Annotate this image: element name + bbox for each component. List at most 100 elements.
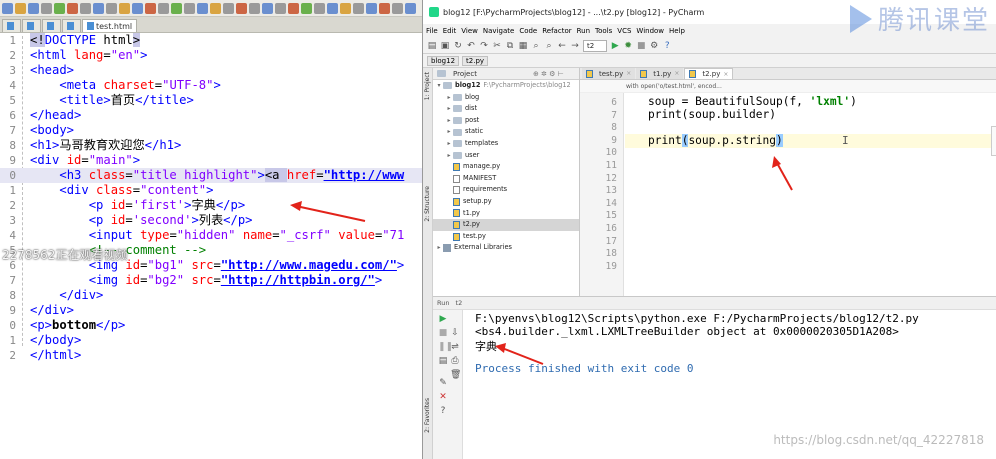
chevron-right-icon[interactable]: ▸: [445, 103, 453, 115]
favorites-tool-tab[interactable]: 2: Favorites: [424, 398, 431, 433]
html-code-line[interactable]: 8 </div>: [0, 288, 422, 303]
toolbar-button-icon[interactable]: [67, 2, 78, 14]
project-tree-item[interactable]: requirements: [433, 184, 579, 196]
toolbar-button-icon[interactable]: [2, 2, 13, 14]
close-tab-icon[interactable]: ×: [723, 71, 728, 78]
html-code-line[interactable]: 7 <img id="bg2" src="http://httpbin.org/…: [0, 273, 422, 288]
toolbar-button-icon[interactable]: [145, 2, 156, 14]
menu-item[interactable]: View: [461, 27, 478, 35]
project-tree-item[interactable]: t1.py: [433, 208, 579, 220]
rerun-icon[interactable]: ▶: [438, 314, 448, 324]
chevron-right-icon[interactable]: ▸: [435, 242, 443, 254]
html-code-line[interactable]: 2 <p id='first'>字典</p>: [0, 198, 422, 213]
html-code-line[interactable]: 1 <div class="content">: [0, 183, 422, 198]
toolbar-button-icon[interactable]: [80, 2, 91, 14]
menu-item[interactable]: File: [426, 27, 438, 35]
editor-file-tab[interactable]: [42, 19, 61, 32]
toolbar-button-icon[interactable]: [366, 2, 377, 14]
project-view-select[interactable]: Project: [453, 70, 477, 78]
project-tree-item[interactable]: setup.py: [433, 196, 579, 208]
close-tab-icon[interactable]: ×: [626, 70, 631, 77]
debug-icon[interactable]: ✹: [623, 41, 633, 51]
project-tree-item[interactable]: ▸ static: [433, 126, 579, 138]
toolbar-button-icon[interactable]: [28, 2, 39, 14]
html-code-line[interactable]: 7 <body>: [0, 123, 422, 138]
editor-file-tab[interactable]: t2.py ×: [684, 68, 734, 79]
menu-item[interactable]: Window: [636, 27, 664, 35]
project-tree-item[interactable]: ▾ blog12 F:\PycharmProjects\blog12: [433, 80, 579, 92]
menu-item[interactable]: Help: [669, 27, 685, 35]
cut-icon[interactable]: ✂: [492, 41, 502, 51]
code-line-9[interactable]: print(soup.p.string): [648, 134, 783, 147]
toolbar-button-icon[interactable]: [327, 2, 338, 14]
project-tree-item[interactable]: manage.py: [433, 161, 579, 173]
replace-icon[interactable]: ⌕: [544, 41, 554, 51]
toolbar-button-icon[interactable]: [184, 2, 195, 14]
menu-item[interactable]: Run: [577, 27, 590, 35]
html-code-line[interactable]: 1 <!DOCTYPE html>: [0, 33, 422, 48]
close-tab-icon[interactable]: ×: [674, 70, 679, 77]
code-line-6[interactable]: soup = BeautifulSoup(f, 'lxml'): [648, 95, 857, 108]
editor-file-tab[interactable]: [2, 19, 21, 32]
menu-item[interactable]: VCS: [617, 27, 631, 35]
find-icon[interactable]: ⌕: [531, 41, 541, 51]
toolbar-button-icon[interactable]: [197, 2, 208, 14]
editor-file-tab[interactable]: test.html: [82, 19, 138, 32]
html-code-line[interactable]: 0 <h3 class="title highlight"><a href="h…: [0, 168, 422, 183]
toolbar-button-icon[interactable]: [171, 2, 182, 14]
html-code-line[interactable]: 9 </div>: [0, 303, 422, 318]
toolbar-button-icon[interactable]: [106, 2, 117, 14]
toolbar-button-icon[interactable]: [119, 2, 130, 14]
toolbar-button-icon[interactable]: [132, 2, 143, 14]
toolbar-button-icon[interactable]: [301, 2, 312, 14]
project-tree-item[interactable]: ▸ blog: [433, 92, 579, 104]
toolbar-button-icon[interactable]: [275, 2, 286, 14]
editor-scroll-marker[interactable]: [991, 126, 996, 156]
soft-wrap-icon[interactable]: ⇌: [450, 342, 460, 352]
html-code-line[interactable]: 3 <p id='second'>列表</p>: [0, 213, 422, 228]
chevron-right-icon[interactable]: ▸: [445, 92, 453, 104]
menu-item[interactable]: Tools: [595, 27, 612, 35]
panel-settings-icon[interactable]: ⊕ ✲ ⚙ ⊢: [533, 70, 564, 78]
print-icon[interactable]: ⎙: [450, 356, 460, 366]
project-tree-item[interactable]: ▸ External Libraries: [433, 242, 579, 254]
chevron-right-icon[interactable]: ▸: [445, 150, 453, 162]
toolbar-button-icon[interactable]: [262, 2, 273, 14]
toolbar-button-icon[interactable]: [210, 2, 221, 14]
project-tree-item[interactable]: MANIFEST: [433, 173, 579, 185]
code-line-7[interactable]: print(soup.builder): [648, 108, 776, 121]
pin-icon[interactable]: ✎: [438, 378, 448, 388]
chevron-down-icon[interactable]: ▾: [435, 80, 443, 92]
paste-icon[interactable]: ▦: [518, 41, 528, 51]
chevron-right-icon[interactable]: ▸: [445, 126, 453, 138]
html-code-line[interactable]: 3 <head>: [0, 63, 422, 78]
help-icon[interactable]: ?: [662, 41, 672, 51]
chevron-right-icon[interactable]: ▸: [445, 138, 453, 150]
html-code-line[interactable]: 9 <div id="main">: [0, 153, 422, 168]
save-icon[interactable]: ▣: [440, 41, 450, 51]
menu-item[interactable]: Navigate: [483, 27, 514, 35]
chevron-right-icon[interactable]: ▸: [445, 115, 453, 127]
html-code-line[interactable]: 1 </body>: [0, 333, 422, 348]
open-icon[interactable]: ▤: [427, 41, 437, 51]
menu-item[interactable]: Code: [519, 27, 537, 35]
project-tree-item[interactable]: test.py: [433, 231, 579, 243]
menu-item[interactable]: Edit: [443, 27, 457, 35]
pause-icon[interactable]: ❚❚: [438, 342, 453, 352]
editor-file-tab[interactable]: [62, 19, 81, 32]
toolbar-button-icon[interactable]: [288, 2, 299, 14]
copy-icon[interactable]: ⧉: [505, 41, 515, 51]
editor-file-tab[interactable]: [22, 19, 41, 32]
project-tree-item[interactable]: ▸ user: [433, 150, 579, 162]
stop-icon[interactable]: ■: [636, 41, 646, 51]
forward-icon[interactable]: →: [570, 41, 580, 51]
run-icon[interactable]: ▶: [610, 41, 620, 51]
help-run-icon[interactable]: ?: [438, 406, 448, 416]
editor-file-tab[interactable]: t1.py ×: [636, 68, 684, 79]
toolbar-button-icon[interactable]: [249, 2, 260, 14]
toolbar-button-icon[interactable]: [158, 2, 169, 14]
editor-file-tab[interactable]: test.py ×: [582, 68, 636, 79]
toolbar-button-icon[interactable]: [15, 2, 26, 14]
project-tree-item[interactable]: ▸ dist: [433, 103, 579, 115]
html-code-line[interactable]: 8 <h1>马哥教育欢迎您</h1>: [0, 138, 422, 153]
